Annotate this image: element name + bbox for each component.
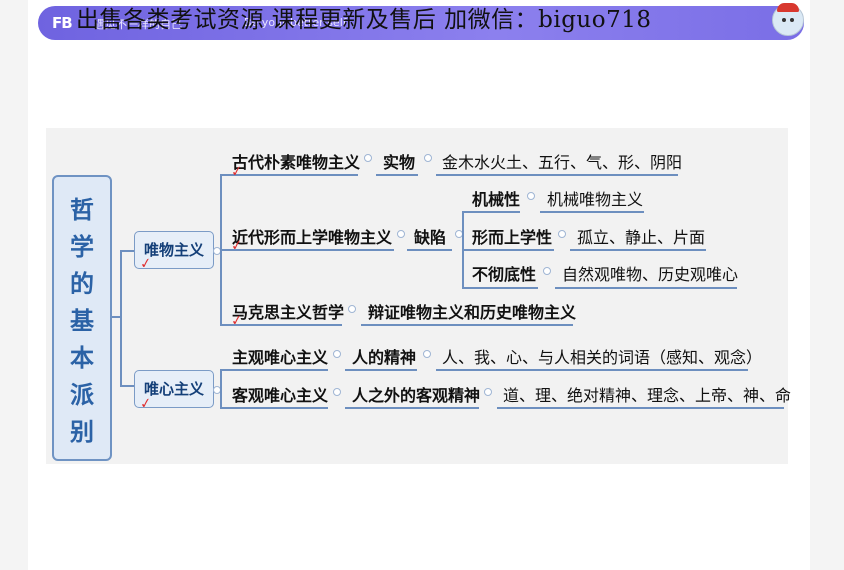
node-defect-mechanical-detail: 机械唯物主义 xyxy=(547,190,644,209)
root-character: 学 xyxy=(70,233,94,261)
underline xyxy=(436,369,748,371)
red-check-mark: ✓ xyxy=(229,312,244,330)
node-ancient-materialism: 古代朴素唯物主义 xyxy=(232,153,361,172)
connector-dot xyxy=(527,192,535,200)
node-defect-metaphysical-detail: 孤立、静止、片面 xyxy=(577,228,706,247)
node-marxist-detail: 辩证唯物主义和历史唯物主义 xyxy=(368,303,577,322)
node-modern-materialism: 近代形而上学唯物主义 xyxy=(232,228,393,247)
underline xyxy=(540,211,644,213)
underline xyxy=(462,287,538,289)
underline xyxy=(462,211,520,213)
brand-logo: FB xyxy=(52,14,73,32)
mindmap-area xyxy=(46,128,788,464)
underline xyxy=(497,407,784,409)
node-objective-idealism: 客观唯心主义 xyxy=(232,386,329,405)
connector-dot xyxy=(424,154,432,162)
node-objective-feature: 人之外的客观精神 xyxy=(352,386,481,405)
connector-dot xyxy=(397,230,405,238)
root-stub xyxy=(112,316,121,318)
root-label: 哲学的基本派别 xyxy=(54,192,110,451)
red-check-mark: ✓ xyxy=(229,237,244,255)
node-subjective-detail: 人、我、心、与人相关的词语（感知、观念） xyxy=(442,348,763,367)
connector-dot xyxy=(484,388,492,396)
node-subjective-feature: 人的精神 xyxy=(352,348,417,367)
root-character: 的 xyxy=(70,270,94,298)
connector-dot xyxy=(333,350,341,358)
underline xyxy=(345,407,479,409)
underline xyxy=(555,287,737,289)
connector-dot xyxy=(364,154,372,162)
root-character: 派 xyxy=(70,381,94,409)
node-subjective-idealism: 主观唯心主义 xyxy=(232,348,329,367)
underline xyxy=(345,369,417,371)
watermark-text: 出售各类考试资源 课程更新及售后 加微信：biguo718 xyxy=(76,7,652,33)
node-defect-metaphysical: 形而上学性 xyxy=(472,228,553,247)
branch-stub-idealism xyxy=(120,385,134,387)
red-check-mark: ✓ xyxy=(138,395,153,413)
connector-dot xyxy=(543,267,551,275)
branch-stub-materialism xyxy=(120,250,134,252)
underline xyxy=(220,369,328,371)
node-marxist-philosophy: 马克思主义哲学 xyxy=(232,303,345,322)
connector-dot xyxy=(558,230,566,238)
node-ancient-detail: 金木水火土、五行、气、形、阴阳 xyxy=(442,153,683,172)
node-ancient-feature: 实物 xyxy=(383,153,416,172)
root-character: 哲 xyxy=(70,196,94,224)
idealism-connector xyxy=(220,369,222,407)
underline xyxy=(220,249,394,251)
mascot-icon xyxy=(772,3,804,36)
node-objective-detail: 道、理、绝对精神、理念、上帝、神、命 xyxy=(503,386,792,405)
connector-dot xyxy=(333,388,341,396)
node-defect-mechanical: 机械性 xyxy=(472,190,521,209)
node-defect-incomplete: 不彻底性 xyxy=(472,265,537,284)
underline xyxy=(436,174,678,176)
node-defect-incomplete-detail: 自然观唯物、历史观唯心 xyxy=(562,265,739,284)
mindmap-root: 哲学的基本派别 xyxy=(52,175,112,461)
root-character: 别 xyxy=(70,418,94,446)
underline xyxy=(570,249,706,251)
connector-dot xyxy=(423,350,431,358)
underline xyxy=(376,174,418,176)
node-modern-feature: 缺陷 xyxy=(414,228,447,247)
root-character: 本 xyxy=(70,344,94,372)
root-character: 基 xyxy=(70,307,94,335)
red-check-mark: ✓ xyxy=(229,163,244,181)
underline xyxy=(220,407,328,409)
underline xyxy=(361,324,573,326)
connector-dot xyxy=(348,305,356,313)
underline xyxy=(407,249,452,251)
underline xyxy=(462,249,554,251)
red-check-mark: ✓ xyxy=(138,255,153,273)
